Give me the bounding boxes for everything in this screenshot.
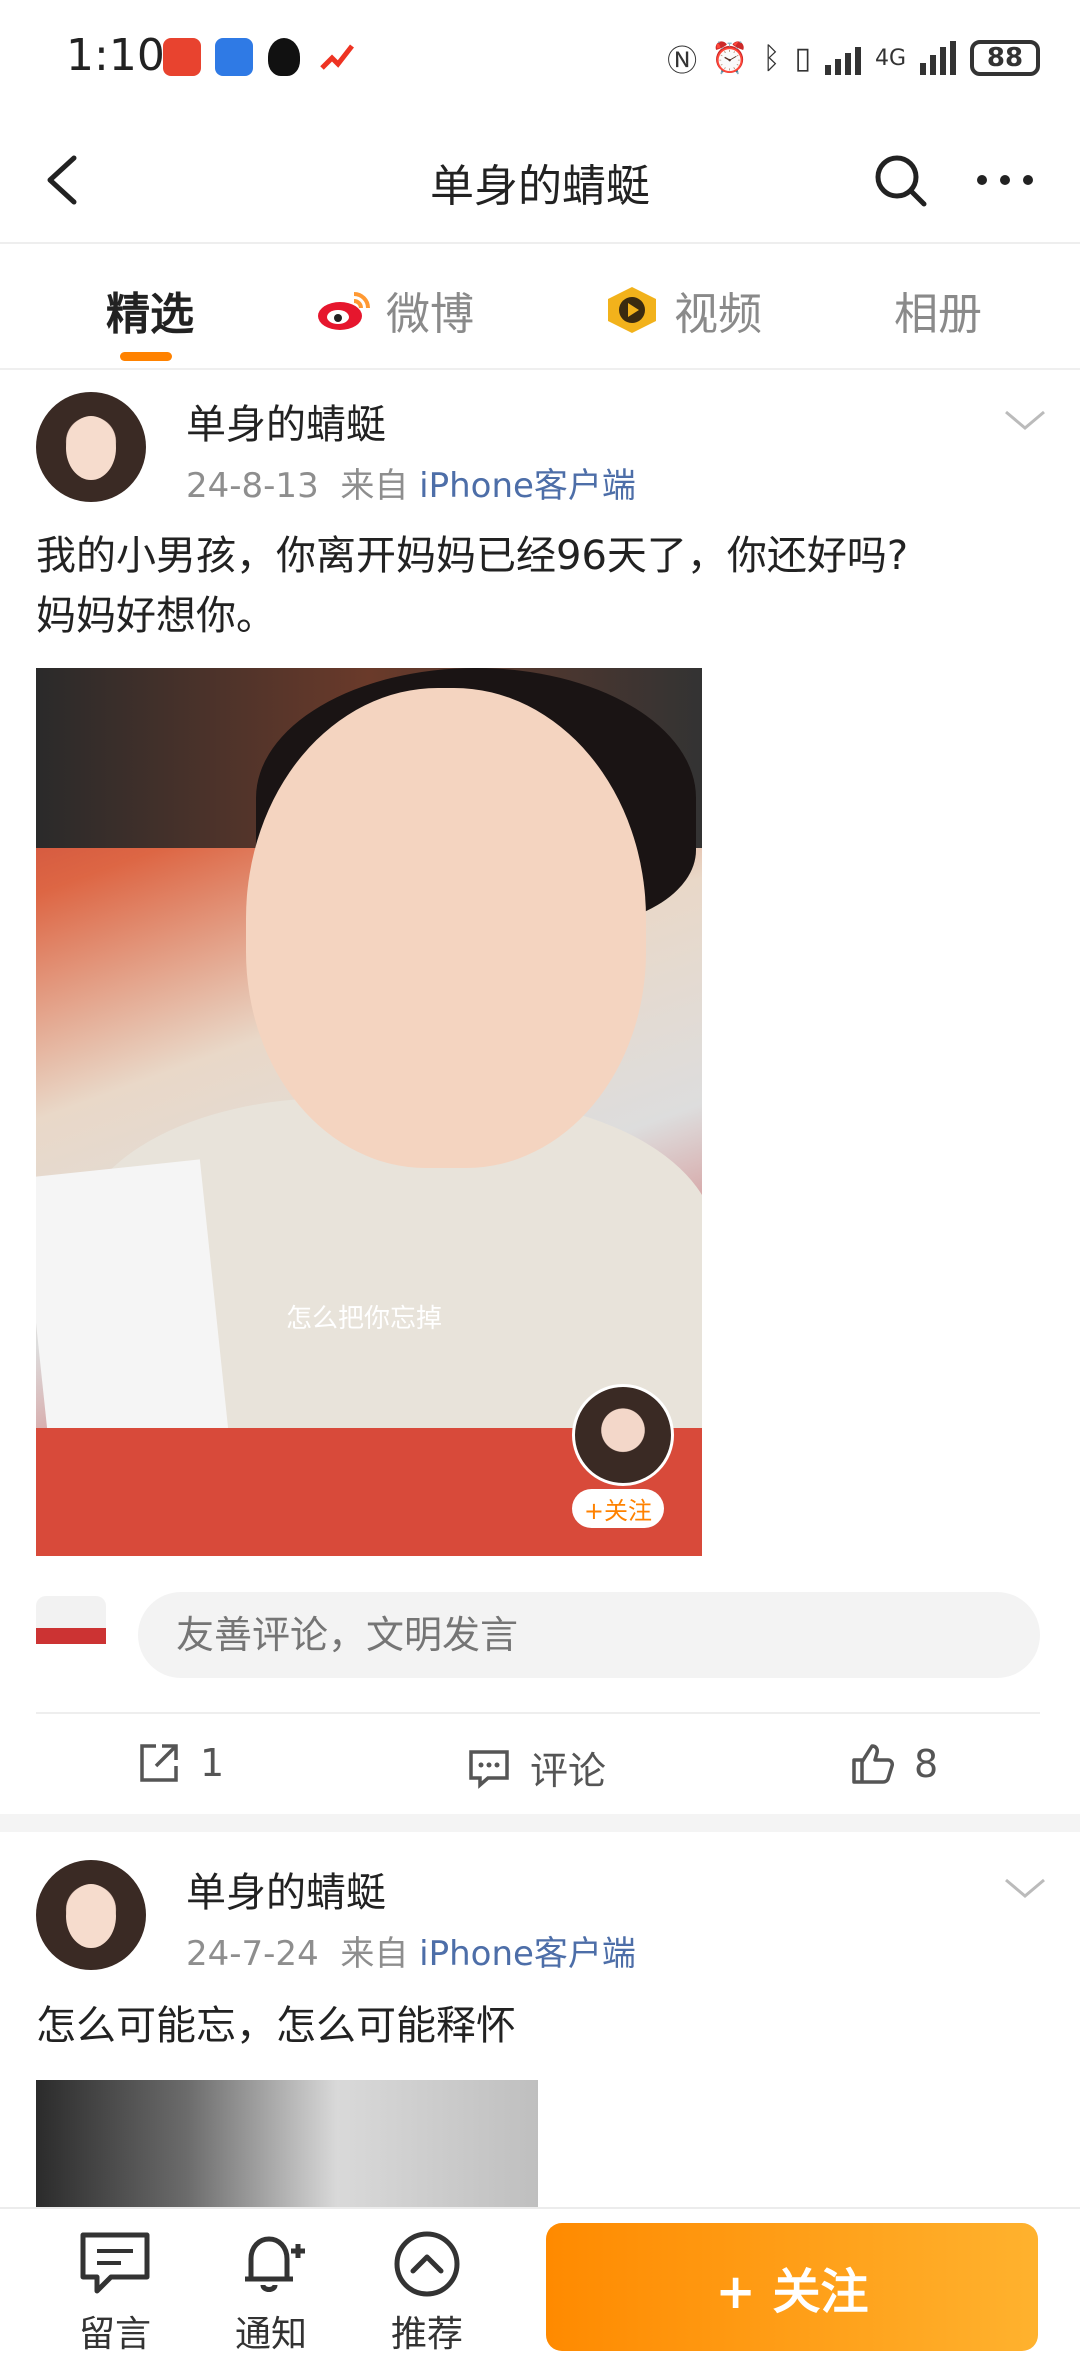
recommend-button[interactable]: 推荐 bbox=[372, 2229, 482, 2357]
status-time: 1:10 bbox=[66, 30, 165, 81]
recommend-label: 推荐 bbox=[390, 2314, 463, 2355]
battery-level: 88 bbox=[986, 43, 1024, 73]
repost-count: 1 bbox=[200, 1741, 225, 1785]
trend-icon bbox=[320, 44, 354, 70]
user-avatar bbox=[36, 1596, 106, 1676]
top-nav: 单身的蜻蜓 bbox=[0, 120, 1080, 244]
post-text-line: 怎么可能忘，怎么可能释怀 bbox=[36, 2003, 516, 2049]
avatar[interactable] bbox=[36, 392, 146, 502]
comment-button[interactable]: 评论 bbox=[466, 1740, 606, 1795]
comment-row bbox=[0, 1588, 1080, 1678]
like-button[interactable]: 8 bbox=[848, 1740, 938, 1788]
image-caption: 怎么把你忘掉 bbox=[286, 1304, 443, 1334]
post-meta: 24-7-24 来自 iPhone客户端 bbox=[186, 1926, 636, 1975]
app-notification-icon bbox=[215, 38, 253, 76]
missed-call-app-icon bbox=[163, 38, 201, 76]
post-image[interactable]: 怎么把你忘掉 +关注 bbox=[36, 668, 702, 1556]
post-author[interactable]: 单身的蜻蜓 bbox=[186, 392, 386, 450]
notify-label: 通知 bbox=[234, 2314, 307, 2355]
message-icon bbox=[80, 2232, 150, 2294]
weibo-logo-icon bbox=[318, 292, 370, 330]
message-button[interactable]: 留言 bbox=[60, 2229, 170, 2357]
post-date: 24-7-24 bbox=[186, 1934, 319, 1974]
notify-button[interactable]: 通知 bbox=[216, 2229, 326, 2357]
tab-label: 精选 bbox=[106, 289, 194, 340]
post-meta: 24-8-13 来自 iPhone客户端 bbox=[186, 458, 636, 507]
network-type: 4G bbox=[874, 45, 906, 71]
post-date: 24-8-13 bbox=[186, 466, 319, 506]
post-from: 来自 bbox=[340, 1934, 409, 1974]
like-count: 8 bbox=[914, 1742, 939, 1786]
video-play-icon bbox=[608, 287, 656, 333]
system-status-icons: Ⓝ ⏰ ᛒ ▯ 4G 88 bbox=[667, 36, 1040, 80]
post-text-line: 我的小男孩，你离开妈妈已经96天了，你还好吗? bbox=[36, 533, 909, 579]
nfc-icon: Ⓝ bbox=[667, 44, 698, 79]
post-text-line: 妈妈好想你。 bbox=[36, 593, 276, 639]
post-author[interactable]: 单身的蜻蜓 bbox=[186, 1860, 386, 1918]
tab-label: 微博 bbox=[386, 289, 474, 340]
comment-input[interactable] bbox=[138, 1592, 1040, 1678]
image-follow-button[interactable]: +关注 bbox=[571, 1489, 664, 1528]
vibrate-icon: ▯ bbox=[794, 40, 811, 76]
signal-icon-2 bbox=[920, 41, 956, 75]
battery-icon: 88 bbox=[970, 40, 1040, 76]
alarm-icon: ⏰ bbox=[711, 40, 749, 76]
tab-featured[interactable]: 精选 bbox=[106, 278, 194, 361]
post-from: 来自 bbox=[340, 466, 409, 506]
profile-tabs: 精选 微博 视频 相册 bbox=[0, 242, 1080, 370]
post-separator bbox=[0, 1814, 1080, 1832]
thumbs-up-icon bbox=[852, 1744, 894, 1784]
chevron-down-icon[interactable] bbox=[1000, 400, 1050, 440]
tab-video[interactable]: 视频 bbox=[604, 278, 762, 342]
bell-plus-icon bbox=[245, 2236, 305, 2292]
post-actions: 1 评论 8 bbox=[0, 1714, 1080, 1814]
tab-weibo[interactable]: 微博 bbox=[316, 278, 474, 342]
follow-button[interactable]: + 关注 bbox=[546, 2223, 1038, 2351]
more-options-icon[interactable] bbox=[970, 150, 1040, 210]
comment-icon bbox=[469, 1749, 509, 1789]
tab-label: 视频 bbox=[674, 289, 762, 340]
post-text: 怎么可能忘，怎么可能释怀 bbox=[36, 1996, 1036, 2056]
active-tab-indicator bbox=[120, 352, 172, 361]
tab-label: 相册 bbox=[894, 289, 982, 340]
qq-icon bbox=[268, 38, 300, 76]
avatar[interactable] bbox=[36, 1860, 146, 1970]
image-author-avatar[interactable] bbox=[572, 1384, 674, 1486]
bluetooth-icon: ᛒ bbox=[762, 40, 781, 76]
post-source: iPhone客户端 bbox=[419, 1934, 636, 1974]
search-icon[interactable] bbox=[870, 150, 930, 210]
chevron-down-icon[interactable] bbox=[1000, 1868, 1050, 1908]
message-label: 留言 bbox=[78, 2314, 151, 2355]
repost-button[interactable]: 1 bbox=[136, 1740, 224, 1786]
status-bar: 1:10 Ⓝ ⏰ ᛒ ▯ 4G 88 bbox=[0, 0, 1080, 120]
comment-label: 评论 bbox=[530, 1749, 607, 1793]
signal-icon bbox=[824, 41, 861, 75]
bottom-action-bar: 留言 通知 推荐 + 关注 bbox=[0, 2207, 1080, 2375]
share-icon bbox=[140, 1744, 178, 1782]
tab-album[interactable]: 相册 bbox=[894, 278, 982, 342]
up-circle-icon bbox=[394, 2231, 460, 2297]
post-text: 我的小男孩，你离开妈妈已经96天了，你还好吗? 妈妈好想你。 bbox=[36, 526, 1036, 646]
post-source: iPhone客户端 bbox=[419, 466, 636, 506]
